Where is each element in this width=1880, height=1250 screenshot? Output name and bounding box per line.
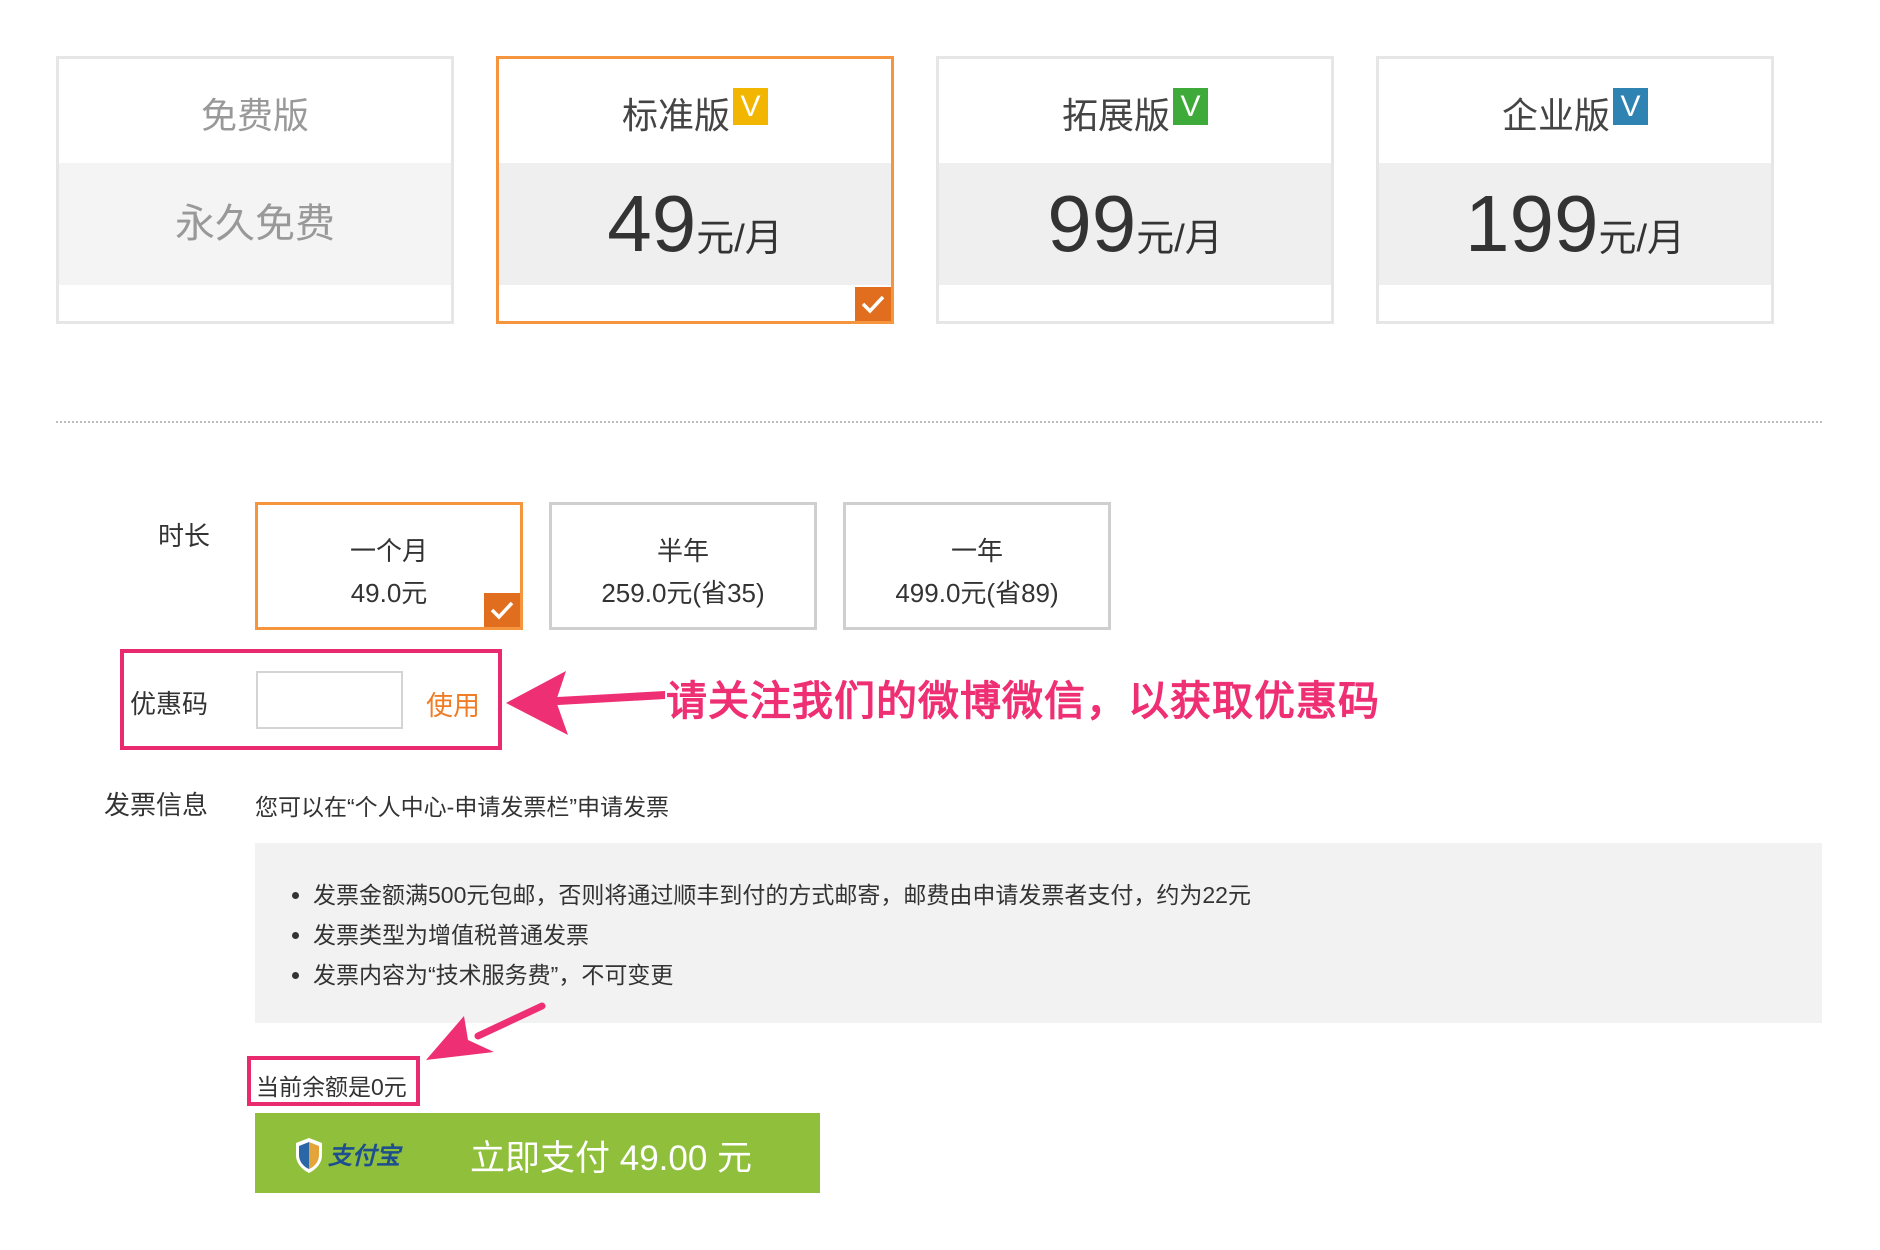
duration-option-month[interactable]: 一个月 49.0元 [255,502,523,630]
selected-check-icon [855,287,891,321]
plan-name: 拓展版 [1061,95,1170,136]
plan-price-band: 永久免费 [59,163,451,285]
vip-badge: V [1173,88,1208,125]
plan-name: 标准版 [621,95,730,136]
annotation-arrow [506,671,669,735]
balance-text: 当前余额是0元 [256,1074,407,1100]
plan-price-unit: 元/月 [1136,218,1223,260]
invoice-label: 发票信息 [104,790,209,820]
plan-name-row: 标准版 V [499,87,891,139]
plan-card-extended[interactable]: 拓展版 V 99元/月 [936,56,1334,324]
coupon-use-button[interactable]: 使用 [426,684,480,723]
plan-price-band: 99元/月 [939,163,1331,285]
annotation-arrow [426,1002,546,1060]
duration-name: 一年 [950,536,1003,566]
plan-name: 免费版 [200,95,309,136]
list-item: 发票内容为“技术服务费”，不可变更 [313,955,1251,995]
duration-price: 259.0元(省35) [601,578,765,608]
duration-option-half-year[interactable]: 半年 259.0元(省35) [549,502,817,630]
pay-now-button[interactable]: 支付宝 立即支付 49.00 元 [255,1113,820,1193]
pay-button-label: 立即支付 49.00 元 [470,1139,753,1178]
plan-name-row: 企业版 V [1379,87,1771,139]
plan-price-text: 永久免费 [175,202,335,246]
plan-price: 199 [1464,179,1599,268]
plan-name: 企业版 [1501,95,1610,136]
duration-price: 499.0元(省89) [895,578,1059,608]
plan-price-unit: 元/月 [1598,218,1686,260]
alipay-logo: 支付宝 [295,1135,415,1180]
duration-option-year[interactable]: 一年 499.0元(省89) [843,502,1111,630]
alipay-logo-text: 支付宝 [328,1143,403,1170]
plan-name-row: 拓展版 V [939,87,1331,139]
duration-label: 时长 [158,521,211,551]
alipay-shield-icon: 支付宝 [296,1138,403,1173]
duration-name: 一个月 [349,536,428,566]
duration-price: 49.0元 [350,578,428,608]
plan-price-unit: 元/月 [696,218,783,260]
coupon-input[interactable] [256,671,403,729]
invoice-note: 您可以在“个人中心-申请发票栏”申请发票 [255,794,669,820]
plan-card-standard[interactable]: 标准版 V 49元/月 [496,56,894,324]
list-item: 发票金额满500元包邮，否则将通过顺丰到付的方式邮寄，邮费由申请发票者支付，约为… [313,875,1251,915]
plan-card-enterprise[interactable]: 企业版 V 199元/月 [1376,56,1774,324]
duration-name: 半年 [656,536,709,566]
invoice-info-box: 发票金额满500元包邮，否则将通过顺丰到付的方式邮寄，邮费由申请发票者支付，约为… [255,843,1822,1023]
invoice-info-list: 发票金额满500元包邮，否则将通过顺丰到付的方式邮寄，邮费由申请发票者支付，约为… [255,875,1251,995]
plan-card-free[interactable]: 免费版 永久免费 [56,56,454,324]
plan-price-band: 199元/月 [1379,163,1771,285]
plan-price: 99 [1047,179,1137,268]
annotation-text: 请关注我们的微博微信，以获取优惠码 [666,678,1380,724]
list-item: 发票类型为增值税普通发票 [313,915,1251,955]
selected-check-icon [484,593,520,627]
vip-badge: V [1613,88,1648,125]
vip-badge: V [733,88,768,125]
plan-price: 49 [607,179,697,268]
section-divider [56,421,1822,423]
plan-price-band: 49元/月 [499,163,891,285]
coupon-label: 优惠码 [130,689,209,719]
